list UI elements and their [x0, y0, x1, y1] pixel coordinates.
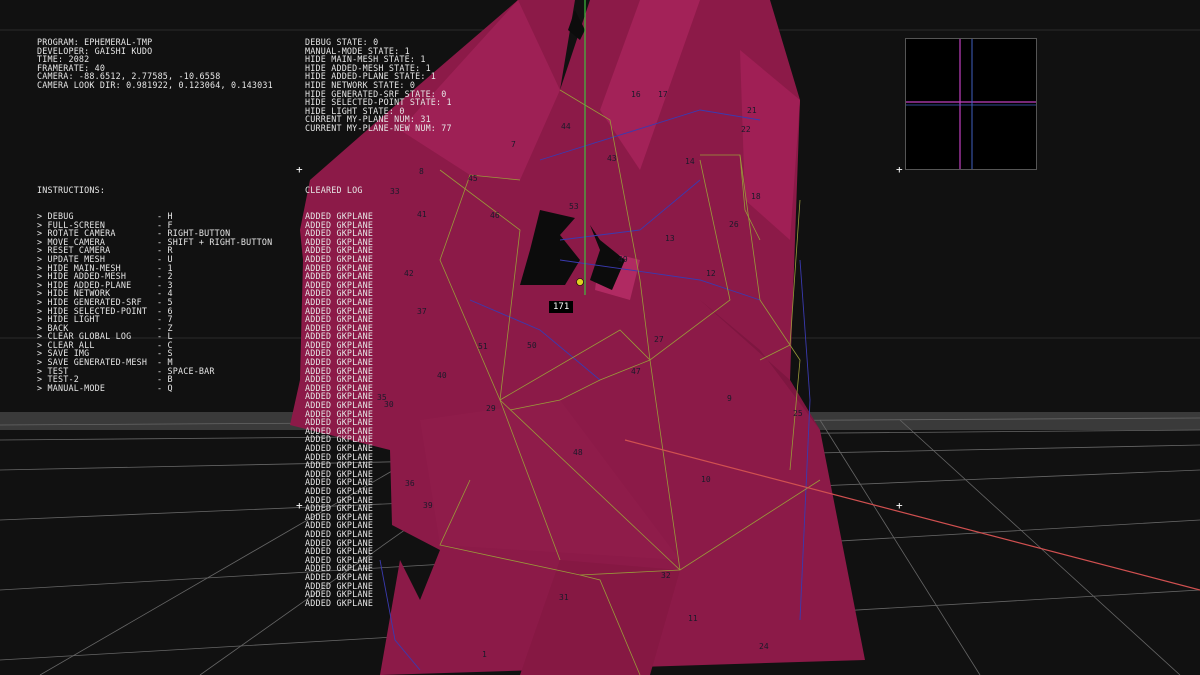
- plane-number-label: 10: [701, 475, 711, 484]
- instructions-list: > DEBUG - H > FULL-SCREEN - F > ROTATE CAMER…: [37, 212, 272, 392]
- plane-number-label: 43: [607, 154, 617, 163]
- crosshair-marker: +: [296, 163, 303, 176]
- instructions-title: INSTRUCTIONS:: [37, 185, 106, 196]
- instruction-key: - Q: [157, 382, 173, 393]
- plane-number-label: 17: [658, 90, 668, 99]
- plane-number-label: 22: [741, 125, 751, 134]
- plane-number-label: 7: [511, 140, 516, 149]
- instruction-row: > MANUAL-MODE - Q: [37, 384, 272, 393]
- plane-number-label: 45: [468, 174, 478, 183]
- instruction-key: - SHIFT + RIGHT-BUTTON: [157, 236, 273, 247]
- plane-number-label: 53: [569, 202, 579, 211]
- plane-number-label: 27: [654, 335, 664, 344]
- plane-number-label: 42: [404, 269, 414, 278]
- plane-number-label: 8: [419, 167, 424, 176]
- log-list: ADDED GKPLANE ADDED GKPLANE ADDED GKPLANE A…: [305, 212, 373, 607]
- plane-number-label: 49: [618, 255, 628, 264]
- minimap-canvas: [906, 39, 1036, 169]
- plane-number-label: 32: [661, 571, 671, 580]
- plane-number-label: 37: [417, 307, 427, 316]
- plane-number-label: 16: [631, 90, 641, 99]
- state-panel: DEBUG STATE: 0 MANUAL-MODE STATE: 1 HIDE M…: [305, 38, 452, 133]
- plane-number-label: 36: [405, 479, 415, 488]
- instruction-row: > SAVE GENERATED-MESH - M: [37, 358, 272, 367]
- plane-number-label: 51: [478, 342, 488, 351]
- crosshair-marker: +: [896, 499, 903, 512]
- log-panel: CLEARED LOG ADDED GKPLANE ADDED GKPLANE AD…: [305, 169, 373, 616]
- plane-number-label: 9: [727, 394, 732, 403]
- plane-number-label: 13: [665, 234, 675, 243]
- instruction-row: > HIDE LIGHT - 7: [37, 315, 272, 324]
- program-info-panel: PROGRAM: EPHEMERAL-TMP DEVELOPER: GAISHI …: [37, 38, 273, 90]
- plane-number-label: 1: [482, 650, 487, 659]
- plane-number-label: 50: [527, 341, 537, 350]
- plane-number-label: 46: [490, 211, 500, 220]
- plane-number-label: 41: [417, 210, 427, 219]
- instruction-action: > MANUAL-MODE: [37, 382, 106, 393]
- log-entry: ADDED GKPLANE: [305, 597, 374, 608]
- plane-number-label: 21: [747, 106, 757, 115]
- log-header: CLEARED LOG: [305, 185, 363, 196]
- plane-number-label: 44: [561, 122, 571, 131]
- state-line: CURRENT MY-PLANE-NEW NUM: 77: [305, 122, 452, 133]
- minimap[interactable]: [905, 38, 1037, 170]
- crosshair-marker: +: [296, 499, 303, 512]
- plane-number-label: 18: [751, 192, 761, 201]
- selected-point-label: 171: [549, 301, 574, 313]
- plane-number-label: 26: [729, 220, 739, 229]
- plane-number-label: 31: [559, 593, 569, 602]
- plane-number-label: 33: [390, 187, 400, 196]
- plane-number-label: 40: [437, 371, 447, 380]
- info-line: CAMERA LOOK DIR: 0.981922, 0.123064, 0.1…: [37, 79, 273, 90]
- plane-number-label: 12: [706, 269, 716, 278]
- crosshair-marker: +: [896, 163, 903, 176]
- plane-number-label: 35: [377, 393, 387, 402]
- plane-number-label: 24: [759, 642, 769, 651]
- plane-number-label: 14: [685, 157, 695, 166]
- instructions-panel: INSTRUCTIONS: > DEBUG - H > FULL-SCREEN - F…: [37, 169, 272, 401]
- selected-point[interactable]: [576, 278, 584, 286]
- plane-number-label: 48: [573, 448, 583, 457]
- plane-number-label: 25: [793, 409, 803, 418]
- plane-number-label: 47: [631, 367, 641, 376]
- plane-number-label: 11: [688, 614, 698, 623]
- plane-number-label: 29: [486, 404, 496, 413]
- plane-number-label: 39: [423, 501, 433, 510]
